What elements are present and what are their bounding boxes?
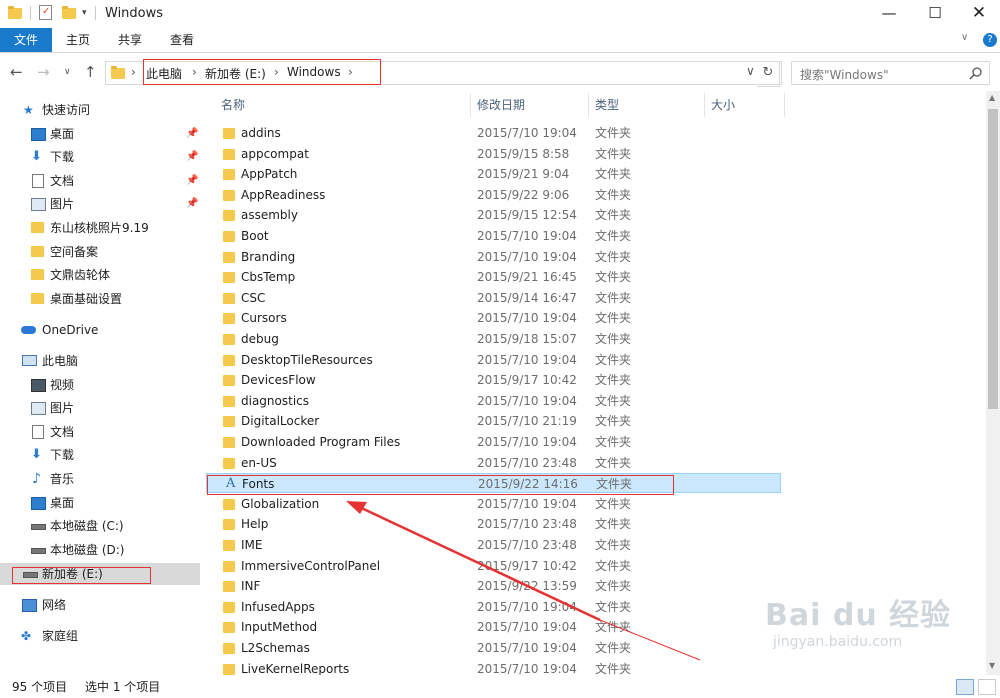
scroll-down-icon[interactable]: ▼ [989,661,995,670]
scrollbar-thumb[interactable] [988,109,998,409]
large-icons-view-icon[interactable] [978,679,996,695]
selected-count: 选中 1 个项目 [85,680,161,694]
status-bar: 95 个项目 选中 1 个项目 [0,676,1000,698]
baidu-watermark: Bai du 经验 jingyan.baidu.com [765,598,952,650]
scroll-up-icon[interactable]: ▲ [989,93,995,102]
vertical-scrollbar[interactable]: ▲ ▼ [986,91,1000,675]
details-view-icon[interactable] [956,679,974,695]
item-count: 95 个项目 [12,680,68,694]
